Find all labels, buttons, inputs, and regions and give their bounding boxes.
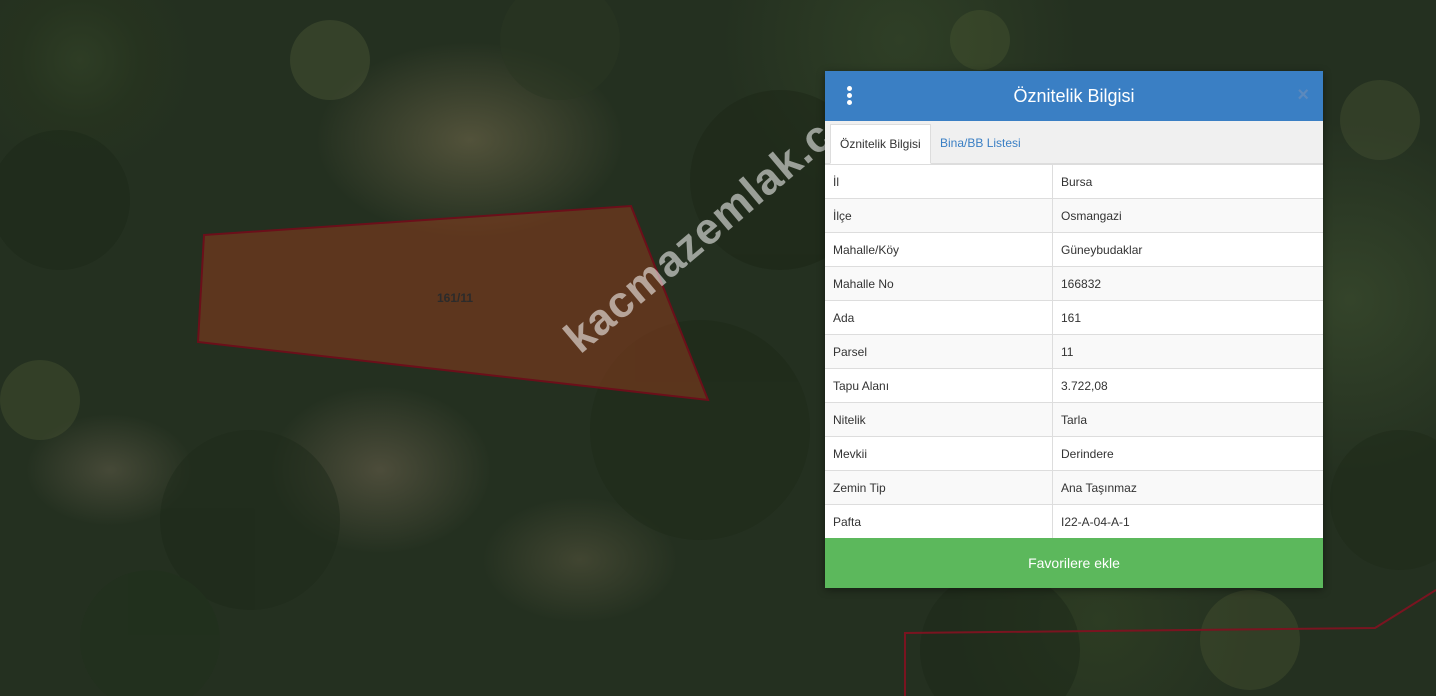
table-row: Mahalle No 166832 bbox=[825, 266, 1323, 301]
table-row: İlçe Osmangazi bbox=[825, 198, 1323, 233]
row-value: 166832 bbox=[1052, 266, 1323, 301]
table-row: Pafta I22-A-04-A-1 bbox=[825, 504, 1323, 538]
panel-title: Öznitelik Bilgisi bbox=[1013, 86, 1135, 106]
row-value: Ana Taşınmaz bbox=[1052, 470, 1323, 505]
row-value: 161 bbox=[1052, 300, 1323, 335]
row-key: Pafta bbox=[825, 504, 1053, 538]
table-row: Mevkii Derindere bbox=[825, 436, 1323, 471]
row-value: 3.722,08 bbox=[1052, 368, 1323, 403]
row-value: I22-A-04-A-1 bbox=[1052, 504, 1323, 538]
close-icon[interactable]: × bbox=[1297, 84, 1309, 107]
table-row: Nitelik Tarla bbox=[825, 402, 1323, 437]
row-value: Bursa bbox=[1052, 164, 1323, 199]
row-value: Güneybudaklar bbox=[1052, 232, 1323, 267]
table-row: İl Bursa bbox=[825, 164, 1323, 199]
table-row: Mahalle/Köy Güneybudaklar bbox=[825, 232, 1323, 267]
row-key: Nitelik bbox=[825, 402, 1053, 437]
row-value: Osmangazi bbox=[1052, 198, 1323, 233]
row-key: Tapu Alanı bbox=[825, 368, 1053, 403]
parcel-label: 161/11 bbox=[437, 291, 474, 305]
row-key: Ada bbox=[825, 300, 1053, 335]
row-value: 11 bbox=[1052, 334, 1323, 369]
row-value: Tarla bbox=[1052, 402, 1323, 437]
table-row: Zemin Tip Ana Taşınmaz bbox=[825, 470, 1323, 505]
panel-header: Öznitelik Bilgisi × bbox=[825, 71, 1323, 121]
table-row: Ada 161 bbox=[825, 300, 1323, 335]
row-key: Mevkii bbox=[825, 436, 1053, 471]
tab-building-list[interactable]: Bina/BB Listesi bbox=[931, 124, 1030, 162]
row-key: İlçe bbox=[825, 198, 1053, 233]
tab-attribute-info[interactable]: Öznitelik Bilgisi bbox=[830, 124, 931, 164]
add-favorites-button[interactable]: Favorilere ekle bbox=[825, 538, 1323, 588]
attribute-panel: Öznitelik Bilgisi × Öznitelik Bilgisi Bi… bbox=[825, 71, 1323, 588]
row-value: Derindere bbox=[1052, 436, 1323, 471]
row-key: İl bbox=[825, 164, 1053, 199]
panel-tabs: Öznitelik Bilgisi Bina/BB Listesi bbox=[825, 121, 1323, 164]
attribute-table: İl Bursa İlçe Osmangazi Mahalle/Köy Güne… bbox=[825, 164, 1323, 538]
table-row: Parsel 11 bbox=[825, 334, 1323, 369]
row-key: Parsel bbox=[825, 334, 1053, 369]
table-row: Tapu Alanı 3.722,08 bbox=[825, 368, 1323, 403]
row-key: Mahalle No bbox=[825, 266, 1053, 301]
row-key: Mahalle/Köy bbox=[825, 232, 1053, 267]
row-key: Zemin Tip bbox=[825, 470, 1053, 505]
